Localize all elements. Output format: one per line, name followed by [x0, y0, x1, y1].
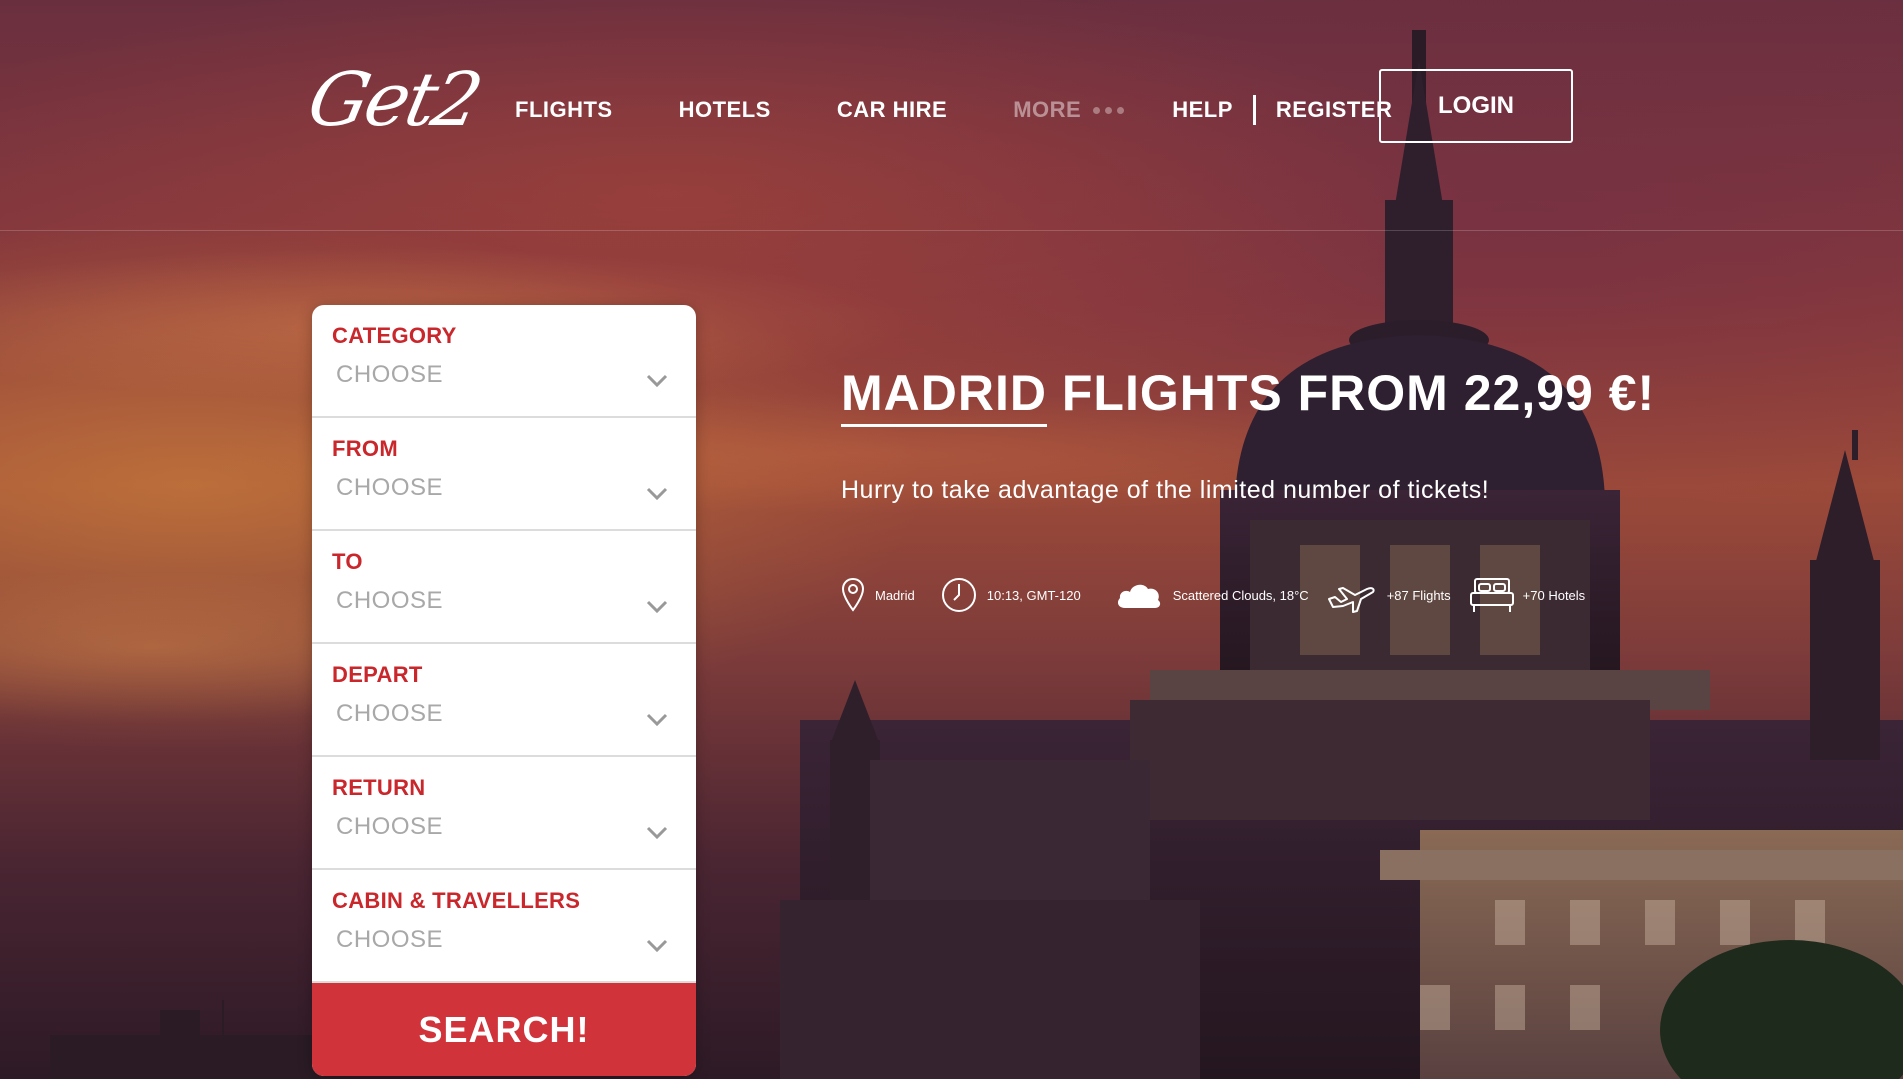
to-label: TO: [332, 549, 363, 574]
nav-item-help[interactable]: HELP: [1172, 97, 1233, 123]
hero-title-rest: FLIGHTS FROM 22,99 €!: [1046, 365, 1656, 421]
time-info: 10:13, GMT-120: [941, 577, 1081, 613]
cloud-icon: [1117, 584, 1160, 608]
nav-item-flights[interactable]: FLIGHTS: [515, 97, 613, 123]
nav-item-more-label: MORE: [1013, 97, 1082, 122]
main-nav: FLIGHTS HOTELS CAR HIRE MORE HELP REGIST…: [515, 95, 1392, 125]
cabin-travellers-value: CHOOSE: [336, 926, 444, 953]
depart-select[interactable]: DEPART CHOOSE: [312, 644, 696, 757]
depart-label: DEPART: [332, 662, 423, 687]
header-divider: [0, 230, 1903, 231]
category-select[interactable]: CATEGORY CHOOSE: [312, 305, 696, 418]
to-value: CHOOSE: [336, 587, 444, 614]
from-value: CHOOSE: [336, 474, 444, 501]
from-label: FROM: [332, 436, 398, 461]
chevron-down-icon: [646, 374, 668, 388]
login-button[interactable]: LOGIN: [1379, 69, 1573, 143]
clock-icon: [941, 578, 976, 612]
flights-info: +87 Flights: [1325, 577, 1451, 613]
nav-item-register[interactable]: REGISTER: [1276, 97, 1392, 123]
nav-item-more[interactable]: MORE: [1013, 97, 1125, 123]
to-select[interactable]: TO CHOOSE: [312, 531, 696, 644]
chevron-down-icon: [646, 939, 668, 953]
chevron-down-icon: [646, 826, 668, 840]
hero-title: MADRID FLIGHTS FROM 22,99 €!: [841, 364, 1655, 427]
chevron-down-icon: [646, 600, 668, 614]
time-text: 10:13, GMT-120: [986, 587, 1081, 603]
hero-subtitle: Hurry to take advantage of the limited n…: [841, 476, 1490, 504]
chevron-down-icon: [646, 713, 668, 727]
hotels-info: +70 Hotels: [1469, 575, 1586, 615]
location-text: Madrid: [875, 587, 915, 603]
return-value: CHOOSE: [336, 813, 444, 840]
from-select[interactable]: FROM CHOOSE: [312, 418, 696, 531]
chevron-down-icon: [646, 487, 668, 501]
map-pin-icon: [841, 577, 865, 612]
cabin-travellers-label: CABIN & TRAVELLERS: [332, 888, 581, 913]
airplane-icon: [1327, 587, 1375, 613]
category-value: CHOOSE: [336, 361, 444, 388]
category-label: CATEGORY: [332, 323, 457, 348]
hero-title-city[interactable]: MADRID: [841, 364, 1047, 427]
flights-text: +87 Flights: [1386, 587, 1451, 603]
bed-icon: [1469, 578, 1514, 612]
nav-separator: [1252, 95, 1256, 125]
hotels-text: +70 Hotels: [1522, 587, 1586, 603]
nav-item-hotels[interactable]: HOTELS: [679, 97, 771, 123]
weather-info: Scattered Clouds, 18°C: [1115, 578, 1309, 612]
weather-text: Scattered Clouds, 18°C: [1172, 587, 1309, 603]
search-button[interactable]: SEARCH!: [312, 983, 696, 1076]
flight-search-panel: CATEGORY CHOOSE FROM CHOOSE TO CHOOSE DE…: [312, 305, 696, 1076]
return-label: RETURN: [332, 775, 426, 800]
depart-value: CHOOSE: [336, 700, 444, 727]
location-info: Madrid: [841, 577, 915, 613]
brand-logo[interactable]: Get2: [299, 50, 500, 150]
destination-info-row: Madrid 10:13, GMT-120 Scattered Clouds, …: [841, 572, 1585, 618]
return-select[interactable]: RETURN CHOOSE: [312, 757, 696, 870]
cathedral-silhouette: [50, 30, 1903, 1079]
cabin-travellers-select[interactable]: CABIN & TRAVELLERS CHOOSE: [312, 870, 696, 983]
more-dots-icon: [1093, 106, 1125, 114]
nav-item-car-hire[interactable]: CAR HIRE: [837, 97, 947, 123]
